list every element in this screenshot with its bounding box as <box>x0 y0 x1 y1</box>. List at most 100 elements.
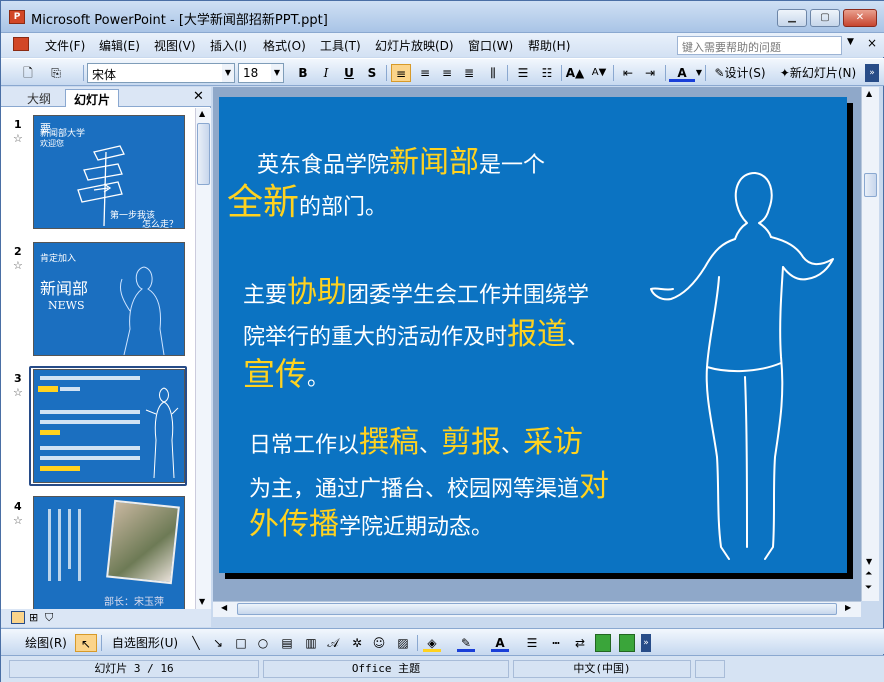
scroll-up-icon[interactable]: ▲ <box>199 109 205 118</box>
design-button[interactable]: ✎设计(S) <box>709 64 771 82</box>
slide-thumbnail-3[interactable] <box>33 369 185 483</box>
autoshapes-button[interactable]: 自选图形(U) <box>105 634 185 652</box>
thumb-text-column <box>48 509 51 581</box>
view-buttons: ⊞ ⛉ <box>1 609 211 627</box>
menu-file[interactable]: 文件(F) <box>45 37 85 54</box>
arrow-style-icon[interactable]: ⇄ <box>571 634 589 652</box>
slide-thumbnail-1[interactable]: 要 新闻部大学 欢迎您 第一步我该 怎么走？ <box>33 115 185 229</box>
copy-icon[interactable]: ⎘ <box>47 64 65 82</box>
vertical-textbox-icon[interactable]: ▥ <box>303 634 319 652</box>
panel-scroll-thumb[interactable] <box>197 123 210 185</box>
next-slide-icon[interactable]: ⏷ <box>865 583 872 593</box>
menu-tools[interactable]: 工具(T) <box>320 37 361 54</box>
font-name-select[interactable]: 宋体 ▼ <box>87 63 235 83</box>
panel-scrollbar[interactable]: ▲ ▼ <box>195 108 211 609</box>
slide-number: 4 <box>14 500 22 513</box>
line-style-icon[interactable]: ☰ <box>523 634 541 652</box>
scroll-up-icon[interactable]: ▲ <box>866 89 872 98</box>
application-window: P Microsoft PowerPoint - [大学新闻部招新PPT.ppt… <box>0 0 884 682</box>
shadow-style-icon[interactable] <box>595 634 611 652</box>
new-slide-button[interactable]: ✦新幻灯片(N) <box>774 64 862 82</box>
line-tool-icon[interactable]: ╲ <box>189 634 203 652</box>
close-button[interactable]: ✕ <box>843 9 877 27</box>
toolbar-divider <box>507 65 508 81</box>
menu-help[interactable]: 帮助(H) <box>528 37 570 54</box>
3d-style-icon[interactable] <box>619 634 635 652</box>
slide-thumbnail-4[interactable]: 部长：宋玉萍 <box>33 496 185 609</box>
line-color-icon[interactable]: ✎ <box>457 634 475 652</box>
fill-color-icon[interactable]: ◈ <box>423 634 441 652</box>
panel-tabs: 大纲 幻灯片 ✕ <box>1 87 211 107</box>
italic-button[interactable]: I <box>317 64 335 82</box>
tab-slides[interactable]: 幻灯片 <box>65 89 120 107</box>
menu-insert[interactable]: 插入(I) <box>210 37 247 54</box>
decrease-font-icon[interactable]: A▼ <box>589 64 609 82</box>
font-size-select[interactable]: 18 ▼ <box>238 63 284 83</box>
current-slide[interactable]: 英东食品学院新闻部是一个 全新的部门。 主要协助团委学生会工作并围绕学 院举行的… <box>219 97 847 573</box>
picture-icon[interactable]: ▨ <box>395 634 411 652</box>
panel-close-icon[interactable]: ✕ <box>193 89 204 104</box>
chevron-down-icon[interactable]: ▼ <box>271 64 283 82</box>
diagram-icon[interactable]: ✲ <box>349 634 365 652</box>
align-left-button[interactable]: ≡ <box>391 64 411 82</box>
clipart-icon[interactable]: ☺ <box>371 634 387 652</box>
scroll-right-icon[interactable]: ▶ <box>845 603 851 612</box>
align-center-button[interactable]: ≡ <box>415 64 435 82</box>
document-close-icon[interactable]: × <box>867 36 877 50</box>
align-right-button[interactable]: ≡ <box>437 64 457 82</box>
previous-slide-icon[interactable]: ⏶ <box>865 569 872 579</box>
normal-view-icon[interactable] <box>11 611 25 624</box>
menu-edit[interactable]: 编辑(E) <box>99 37 140 54</box>
toolbar-options-icon[interactable]: » <box>865 64 879 82</box>
font-color-icon[interactable]: A <box>491 634 509 652</box>
draw-menu-button[interactable]: 绘图(R) <box>19 634 73 652</box>
powerpoint-app-icon[interactable]: P <box>9 10 25 24</box>
increase-indent-icon[interactable]: ⇥ <box>641 64 659 82</box>
horizontal-scrollbar[interactable]: ◀ ▶ <box>213 601 861 617</box>
wordart-icon[interactable]: 𝒜 <box>325 634 341 652</box>
font-color-icon[interactable]: A <box>669 64 695 82</box>
slide-editor: 英东食品学院新闻部是一个 全新的部门。 主要协助团委学生会工作并围绕学 院举行的… <box>213 87 861 601</box>
scroll-down-icon[interactable]: ▼ <box>866 557 872 566</box>
thumb-text-column <box>78 509 81 581</box>
vertical-scroll-thumb[interactable] <box>864 173 877 197</box>
menu-window[interactable]: 窗口(W) <box>468 37 513 54</box>
slide-thumbnail-2[interactable]: 肯定加入 新闻部 NEWS <box>33 242 185 356</box>
justify-button[interactable]: ≣ <box>459 64 479 82</box>
oval-tool-icon[interactable]: ○ <box>255 634 271 652</box>
decrease-indent-icon[interactable]: ⇤ <box>619 64 637 82</box>
menu-format[interactable]: 格式(O) <box>263 37 306 54</box>
slideshow-icon[interactable]: ⛉ <box>45 611 53 625</box>
slide-sorter-icon[interactable]: ⊞ <box>29 611 38 624</box>
bullets-icon[interactable]: ☷ <box>537 64 557 82</box>
help-dropdown-icon[interactable]: ▼ <box>847 37 854 47</box>
maximize-button[interactable]: ▢ <box>810 9 840 27</box>
toolbar-options-icon[interactable]: » <box>641 634 651 652</box>
dash-style-icon[interactable]: ┅ <box>547 634 565 652</box>
select-pointer-icon[interactable]: ↖ <box>75 634 97 652</box>
thumb-text-line <box>40 466 80 471</box>
increase-font-icon[interactable]: A▲ <box>565 64 585 82</box>
toolbar-divider <box>705 65 706 81</box>
chevron-down-icon[interactable]: ▼ <box>695 64 703 82</box>
chevron-down-icon[interactable]: ▼ <box>222 64 234 82</box>
menu-view[interactable]: 视图(V) <box>154 37 196 54</box>
minimize-button[interactable]: ▁ <box>777 9 807 27</box>
bold-button[interactable]: B <box>294 64 312 82</box>
tab-outline[interactable]: 大纲 <box>19 89 59 107</box>
column-distribute-button[interactable]: ⫼ <box>483 64 503 82</box>
new-document-icon[interactable]: 🗋 <box>19 64 37 82</box>
menu-slideshow[interactable]: 幻灯片放映(D) <box>375 37 454 54</box>
numbering-icon[interactable]: ☰ <box>513 64 533 82</box>
scroll-left-icon[interactable]: ◀ <box>221 603 227 612</box>
scroll-down-icon[interactable]: ▼ <box>199 597 205 606</box>
vertical-scrollbar[interactable]: ▲ ▼ ⏶ ⏷ <box>861 87 879 601</box>
underline-button[interactable]: U <box>340 64 358 82</box>
horizontal-scroll-thumb[interactable] <box>237 603 837 615</box>
arrow-tool-icon[interactable]: ↘ <box>211 634 225 652</box>
help-search-input[interactable]: 键入需要帮助的问题 <box>677 36 842 55</box>
shadow-button[interactable]: S <box>363 64 381 82</box>
textbox-icon[interactable]: ▤ <box>279 634 295 652</box>
document-icon[interactable] <box>13 37 29 51</box>
rectangle-tool-icon[interactable]: □ <box>233 634 249 652</box>
